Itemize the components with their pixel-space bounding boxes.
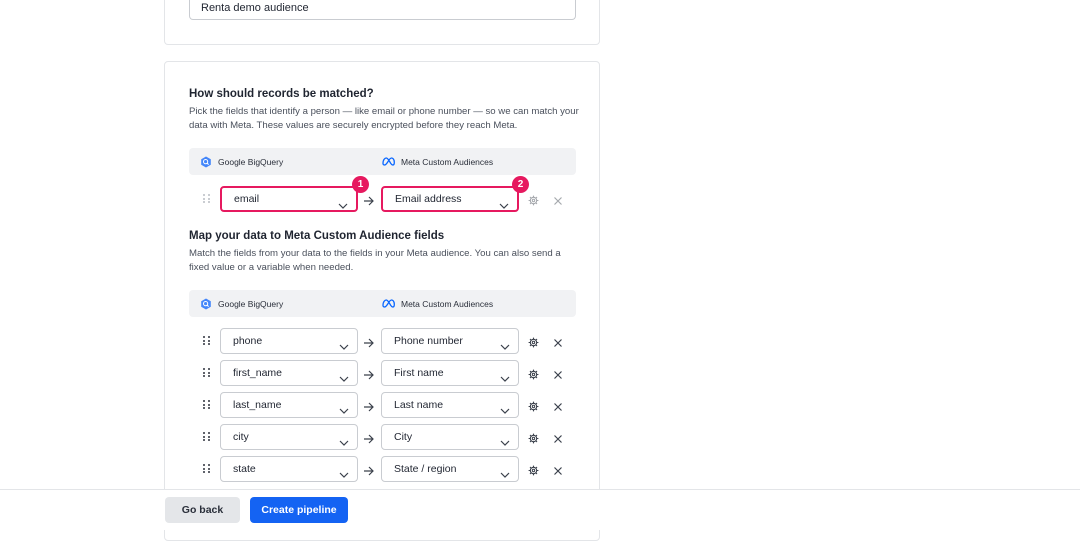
- destination-field-select[interactable]: First name: [381, 360, 519, 386]
- meta-icon: [382, 157, 395, 166]
- close-icon[interactable]: [553, 367, 563, 385]
- drag-handle-icon[interactable]: [203, 432, 211, 442]
- gear-icon[interactable]: [528, 431, 539, 449]
- match-destination-select[interactable]: Email address: [381, 186, 519, 212]
- map-destination-header: Meta Custom Audiences: [382, 290, 493, 317]
- arrow-right-icon: [363, 463, 374, 481]
- map-destination-label: Meta Custom Audiences: [401, 298, 494, 309]
- chevron-down-icon: [500, 369, 510, 387]
- match-destination-header: Meta Custom Audiences: [382, 148, 493, 175]
- match-description: Pick the fields that identify a person —…: [189, 106, 579, 131]
- match-source-label: Google BigQuery: [218, 156, 284, 167]
- close-icon[interactable]: [553, 431, 563, 449]
- source-field-select[interactable]: phone: [220, 328, 358, 354]
- chevron-down-icon: [500, 465, 510, 483]
- meta-icon: [382, 299, 395, 308]
- bigquery-icon: [200, 298, 212, 310]
- close-icon[interactable]: [553, 193, 563, 211]
- gear-icon[interactable]: [528, 367, 539, 385]
- map-source-label: Google BigQuery: [218, 298, 284, 309]
- bigquery-icon: [200, 156, 212, 168]
- chevron-down-icon: [500, 433, 510, 451]
- mapping-row: first_name First name: [189, 360, 576, 386]
- drag-handle-icon[interactable]: [203, 336, 211, 346]
- select-value: phone: [233, 335, 263, 347]
- drag-handle-icon[interactable]: [203, 194, 211, 204]
- chevron-down-icon: [499, 196, 509, 214]
- destination-field-select[interactable]: State / region: [381, 456, 519, 482]
- match-header-bar: Google BigQuery Meta Custom Audiences: [189, 148, 576, 175]
- match-source-select[interactable]: email: [220, 186, 358, 212]
- source-field-select[interactable]: city: [220, 424, 358, 450]
- mapping-row: phone Phone number: [189, 328, 576, 354]
- map-header-bar: Google BigQuery Meta Custom Audiences: [189, 290, 576, 317]
- go-back-button[interactable]: Go back: [165, 497, 240, 523]
- source-field-select[interactable]: first_name: [220, 360, 358, 386]
- select-value: first_name: [233, 367, 283, 379]
- map-heading: Map your data to Meta Custom Audience fi…: [189, 230, 445, 242]
- destination-field-select[interactable]: City: [381, 424, 519, 450]
- drag-handle-icon[interactable]: [203, 464, 211, 474]
- select-value: city: [233, 431, 249, 443]
- chevron-down-icon: [339, 465, 349, 483]
- destination-field-select[interactable]: Last name: [381, 392, 519, 418]
- footer-bar: Go back Create pipeline: [0, 489, 1080, 530]
- select-value: First name: [394, 367, 444, 379]
- arrow-right-icon: [363, 431, 374, 449]
- annotation-badge-2: 2: [512, 176, 529, 193]
- source-field-select[interactable]: last_name: [220, 392, 358, 418]
- create-pipeline-button[interactable]: Create pipeline: [250, 497, 348, 523]
- select-value: City: [394, 431, 413, 443]
- match-destination-label: Meta Custom Audiences: [401, 156, 494, 167]
- arrow-right-icon: [363, 335, 374, 353]
- close-icon[interactable]: [553, 463, 563, 481]
- map-source-header: Google BigQuery: [200, 290, 283, 317]
- drag-handle-icon[interactable]: [203, 368, 211, 378]
- gear-icon[interactable]: [528, 335, 539, 353]
- map-description: Match the fields from your data to the f…: [189, 248, 561, 273]
- select-value: email: [234, 193, 260, 205]
- select-value: Last name: [394, 399, 444, 411]
- gear-icon[interactable]: [528, 399, 539, 417]
- chevron-down-icon: [500, 401, 510, 419]
- chevron-down-icon: [339, 401, 349, 419]
- mapping-row: state State / region: [189, 456, 576, 482]
- select-value: last_name: [233, 399, 282, 411]
- arrow-right-icon: [363, 399, 374, 417]
- chevron-down-icon: [339, 433, 349, 451]
- audience-name-input[interactable]: [189, 0, 576, 20]
- select-value: Email address: [395, 193, 462, 205]
- chevron-down-icon: [339, 369, 349, 387]
- annotation-badge-1: 1: [352, 176, 369, 193]
- chevron-down-icon: [339, 337, 349, 355]
- chevron-down-icon: [500, 337, 510, 355]
- close-icon[interactable]: [553, 335, 563, 353]
- source-field-select[interactable]: state: [220, 456, 358, 482]
- match-heading: How should records be matched?: [189, 88, 374, 100]
- gear-icon[interactable]: [528, 463, 539, 481]
- gear-icon[interactable]: [528, 193, 539, 211]
- arrow-right-icon: [363, 193, 374, 211]
- mapping-row: last_name Last name: [189, 392, 576, 418]
- select-value: State / region: [394, 463, 457, 475]
- select-value: Phone number: [394, 335, 463, 347]
- arrow-right-icon: [363, 367, 374, 385]
- close-icon[interactable]: [553, 399, 563, 417]
- match-source-header: Google BigQuery: [200, 148, 283, 175]
- mapping-row: city City: [189, 424, 576, 450]
- drag-handle-icon[interactable]: [203, 400, 211, 410]
- chevron-down-icon: [338, 196, 348, 214]
- destination-field-select[interactable]: Phone number: [381, 328, 519, 354]
- select-value: state: [233, 463, 256, 475]
